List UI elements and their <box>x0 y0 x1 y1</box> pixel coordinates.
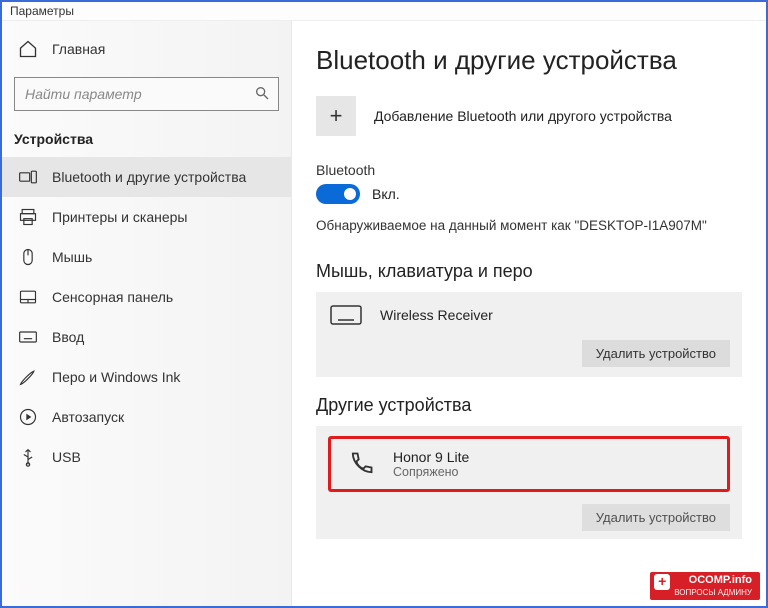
search-input-wrap[interactable] <box>14 77 279 111</box>
device-card-other[interactable]: Honor 9 Lite Сопряжено Удалить устройств… <box>316 426 742 539</box>
remove-device-button[interactable]: Удалить устройство <box>582 340 730 367</box>
sidebar-list: Bluetooth и другие устройства Принтеры и… <box>2 157 291 477</box>
keyboard-icon <box>18 327 38 347</box>
search-input[interactable] <box>23 85 254 103</box>
section-title-hid: Мышь, клавиатура и перо <box>316 261 742 282</box>
search-container <box>14 77 279 111</box>
home-icon <box>18 39 38 59</box>
sidebar-item-autoplay[interactable]: Автозапуск <box>2 397 291 437</box>
nav-home-label: Главная <box>52 41 105 57</box>
sidebar-item-label: Ввод <box>52 329 84 345</box>
sidebar-item-printers[interactable]: Принтеры и сканеры <box>2 197 291 237</box>
printer-icon <box>18 207 38 227</box>
autoplay-icon <box>18 407 38 427</box>
device-name: Honor 9 Lite <box>393 449 469 465</box>
device-row: Honor 9 Lite Сопряжено <box>333 441 491 487</box>
watermark: + OCOMP.info ВОПРОСЫ АДМИНУ <box>650 572 760 600</box>
toggle-state-label: Вкл. <box>372 186 400 202</box>
sidebar-item-touchpad[interactable]: Сенсорная панель <box>2 277 291 317</box>
bluetooth-toggle[interactable] <box>316 184 360 204</box>
watermark-line1: OCOMP.info <box>689 574 752 586</box>
settings-window: Параметры Главная Устройства <box>0 0 768 608</box>
sidebar-item-typing[interactable]: Ввод <box>2 317 291 357</box>
remove-device-button[interactable]: Удалить устройство <box>582 504 730 531</box>
usb-icon <box>18 447 38 467</box>
nav-home[interactable]: Главная <box>2 29 291 69</box>
bluetooth-toggle-row: Вкл. <box>316 184 742 204</box>
add-device-label: Добавление Bluetooth или другого устройс… <box>374 108 672 124</box>
device-status: Сопряжено <box>393 465 469 479</box>
bluetooth-label: Bluetooth <box>316 162 742 178</box>
phone-icon <box>343 451 379 477</box>
pen-icon <box>18 367 38 387</box>
sidebar-item-label: Сенсорная панель <box>52 289 173 305</box>
device-text: Honor 9 Lite Сопряжено <box>393 449 469 479</box>
discoverable-text: Обнаруживаемое на данный момент как "DES… <box>316 218 742 233</box>
touchpad-icon <box>18 287 38 307</box>
page-title: Bluetooth и другие устройства <box>316 45 742 76</box>
section-title-other: Другие устройства <box>316 395 742 416</box>
sidebar-item-pen[interactable]: Перо и Windows Ink <box>2 357 291 397</box>
sidebar-item-label: Мышь <box>52 249 92 265</box>
sidebar-item-bluetooth[interactable]: Bluetooth и другие устройства <box>2 157 291 197</box>
sidebar-item-mouse[interactable]: Мышь <box>2 237 291 277</box>
sidebar-item-label: Перо и Windows Ink <box>52 369 180 385</box>
mouse-icon <box>18 247 38 267</box>
add-device-row[interactable]: + Добавление Bluetooth или другого устро… <box>316 96 742 136</box>
window-title: Параметры <box>2 2 766 21</box>
sidebar: Главная Устройства Bluetooth и другие ус… <box>2 21 292 606</box>
devices-icon <box>18 167 38 187</box>
sidebar-section-header: Устройства <box>2 125 291 157</box>
sidebar-item-label: USB <box>52 449 81 465</box>
search-icon <box>254 85 270 104</box>
add-device-button[interactable]: + <box>316 96 356 136</box>
device-name: Wireless Receiver <box>380 307 493 323</box>
content-pane: Bluetooth и другие устройства + Добавлен… <box>292 21 766 606</box>
sidebar-item-label: Принтеры и сканеры <box>52 209 187 225</box>
window-body: Главная Устройства Bluetooth и другие ус… <box>2 21 766 606</box>
keyboard-device-icon <box>328 302 364 328</box>
watermark-line2: ВОПРОСЫ АДМИНУ <box>674 588 752 597</box>
highlight-box: Honor 9 Lite Сопряжено <box>328 436 730 492</box>
sidebar-item-label: Автозапуск <box>52 409 124 425</box>
device-row: Wireless Receiver <box>328 302 730 328</box>
device-card-hid[interactable]: Wireless Receiver Удалить устройство <box>316 292 742 377</box>
sidebar-item-label: Bluetooth и другие устройства <box>52 169 246 185</box>
watermark-plus-icon: + <box>654 574 670 590</box>
sidebar-item-usb[interactable]: USB <box>2 437 291 477</box>
toggle-knob <box>344 188 356 200</box>
plus-icon: + <box>330 103 343 129</box>
